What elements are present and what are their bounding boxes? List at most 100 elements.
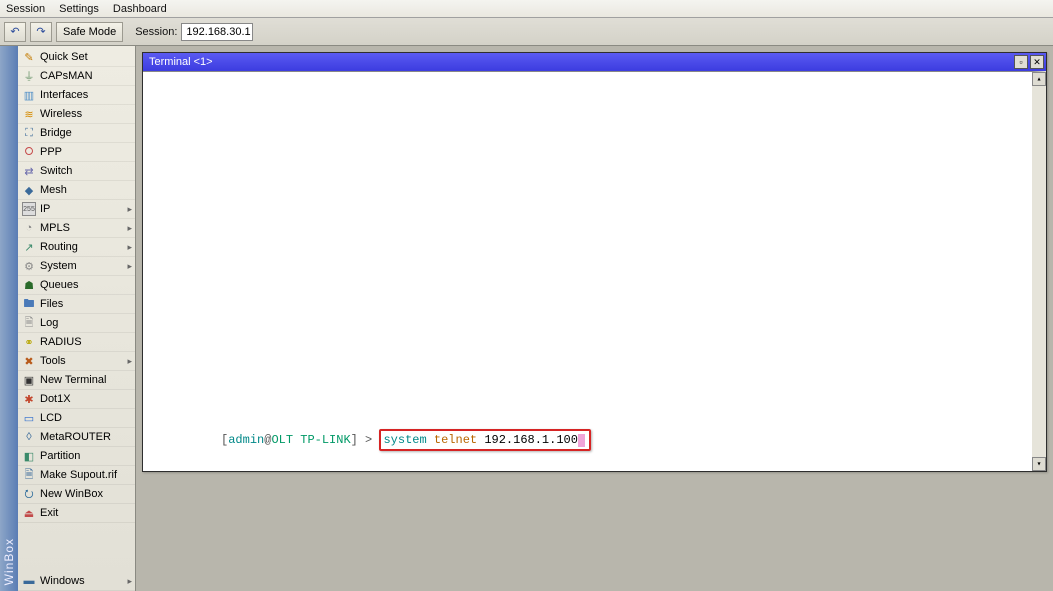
prompt-host: OLT TP-LINK [271,433,350,447]
ppp-icon: ⭘ [22,145,36,159]
sidebar-item-new-terminal[interactable]: ▣New Terminal [18,371,135,390]
sidebar-item-system[interactable]: ⚙System▸ [18,257,135,276]
log-icon: 🗎 [22,316,36,330]
sidebar-item-log[interactable]: 🗎 Log [18,314,135,333]
terminal-title: Terminal <1> [149,56,213,68]
sidebar-item-label: MetaROUTER [40,431,111,443]
sidebar-item-label: MPLS [40,222,70,234]
chevron-up-icon: ▴ [1037,74,1042,84]
sidebar-item-label: New WinBox [40,488,103,500]
sidebar: ✎ Quick Set ⏚CAPsMAN ▥ Interfaces ≋ Wireless ⛶ B… [18,46,136,591]
brand-label: WinBox [2,538,16,585]
sidebar-item-label: Partition [40,450,80,462]
sidebar-item-label: Routing [40,241,78,253]
sidebar-item-ip[interactable]: 255IP▸ [18,200,135,219]
sidebar-item-wireless[interactable]: ≋ Wireless [18,105,135,124]
scroll-down-button[interactable]: ▾ [1032,457,1046,471]
sidebar-item-label: Mesh [40,184,67,196]
menu-settings[interactable]: Settings [59,3,99,15]
menu-session[interactable]: Session [6,3,45,15]
sidebar-item-label: Files [40,298,63,310]
menu-dashboard[interactable]: Dashboard [113,3,167,15]
cmd-telnet: telnet [434,433,477,447]
sidebar-item-exit[interactable]: ⏏Exit [18,504,135,523]
sidebar-item-label: Dot1X [40,393,71,405]
sidebar-item-mesh[interactable]: ◆ Mesh [18,181,135,200]
sidebar-item-routing[interactable]: ↗ Routing ▸ [18,238,135,257]
sidebar-item-label: PPP [40,146,62,158]
toolbar: ↶ ↷ Safe Mode Session: 192.168.30.1 [0,18,1053,46]
redo-icon: ↷ [34,25,48,39]
terminal-titlebar[interactable]: Terminal <1> ▫ ✕ [143,53,1046,71]
sidebar-item-label: New Terminal [40,374,106,386]
sidebar-item-files[interactable]: 🖿 Files [18,295,135,314]
dot1x-icon: ✱ [22,392,36,406]
sidebar-item-label: Windows [40,575,85,587]
sidebar-item-lcd[interactable]: ▭LCD [18,409,135,428]
files-icon: 🖿 [22,297,36,311]
lcd-icon: ▭ [22,411,36,425]
scroll-up-button[interactable]: ▴ [1032,72,1046,86]
sidebar-item-new-winbox[interactable]: ⭮ New WinBox [18,485,135,504]
session-field[interactable]: 192.168.30.1 [181,23,253,41]
sidebar-item-mpls[interactable]: ◔MPLS▸ [18,219,135,238]
close-button[interactable]: ✕ [1030,55,1044,69]
safe-mode-button[interactable]: Safe Mode [56,22,123,42]
sidebar-item-capsman[interactable]: ⏚CAPsMAN [18,67,135,86]
sidebar-item-label: Bridge [40,127,72,139]
content-area: Terminal <1> ▫ ✕ ▴ ▾ [admin@OLT TP-LINK]… [136,46,1053,591]
menu-bar: Session Settings Dashboard [0,0,1053,18]
sidebar-item-radius[interactable]: ⚭RADIUS [18,333,135,352]
sidebar-item-quick-set[interactable]: ✎ Quick Set [18,48,135,67]
chevron-right-icon: ▸ [127,576,132,587]
sidebar-item-ppp[interactable]: ⭘ PPP [18,143,135,162]
minimize-button[interactable]: ▫ [1014,55,1028,69]
sidebar-item-label: Make Supout.rif [40,469,117,481]
chevron-right-icon: ▸ [127,356,132,367]
quick-set-icon: ✎ [22,50,36,64]
chevron-down-icon: ▾ [1037,459,1042,469]
chevron-right-icon: ▸ [127,204,132,215]
undo-icon: ↶ [8,25,22,39]
sidebar-item-partition[interactable]: ◧Partition [18,447,135,466]
terminal-body[interactable]: ▴ ▾ [admin@OLT TP-LINK] > system telnet … [143,71,1046,471]
new-winbox-icon: ⭮ [22,487,36,501]
bridge-icon: ⛶ [22,126,36,140]
cmd-system: system [383,433,426,447]
chevron-right-icon: ▸ [127,242,132,253]
undo-button[interactable]: ↶ [4,22,26,42]
sidebar-item-label: Tools [40,355,66,367]
wireless-icon: ≋ [22,107,36,121]
queues-icon: ☗ [22,278,36,292]
radius-icon: ⚭ [22,335,36,349]
mesh-icon: ◆ [22,183,36,197]
brand-strip: WinBox [0,46,18,591]
sidebar-item-metarouter[interactable]: ◊ MetaROUTER [18,428,135,447]
bracket-close: ] > [351,433,373,447]
sidebar-item-make-supout-rif[interactable]: 🗎 Make Supout.rif [18,466,135,485]
sidebar-item-label: Interfaces [40,89,88,101]
sidebar-item-tools[interactable]: ✖Tools▸ [18,352,135,371]
windows-icon: ▬ [22,574,36,588]
cmd-arg: 192.168.1.100 [484,433,578,447]
sidebar-item-label: Log [40,317,58,329]
sidebar-item-windows[interactable]: ▬ Windows ▸ [18,572,135,591]
sidebar-item-queues[interactable]: ☗Queues [18,276,135,295]
sidebar-item-bridge[interactable]: ⛶ Bridge [18,124,135,143]
chevron-right-icon: ▸ [127,261,132,272]
prompt-user: admin [228,433,264,447]
sidebar-item-interfaces[interactable]: ▥ Interfaces [18,86,135,105]
metarouter-icon: ◊ [22,430,36,444]
sidebar-item-label: Wireless [40,108,82,120]
make-supout-rif-icon: 🗎 [22,468,36,482]
sidebar-item-label: Quick Set [40,51,88,63]
routing-icon: ↗ [22,240,36,254]
sidebar-item-dot1x[interactable]: ✱ Dot1X [18,390,135,409]
sidebar-item-label: CAPsMAN [40,70,93,82]
interfaces-icon: ▥ [22,88,36,102]
mpls-icon: ◔ [22,221,36,235]
terminal-prompt-line: [admin@OLT TP-LINK] > system telnet 192.… [149,415,591,465]
cursor [578,434,585,447]
sidebar-item-switch[interactable]: ⇄Switch [18,162,135,181]
redo-button[interactable]: ↷ [30,22,52,42]
